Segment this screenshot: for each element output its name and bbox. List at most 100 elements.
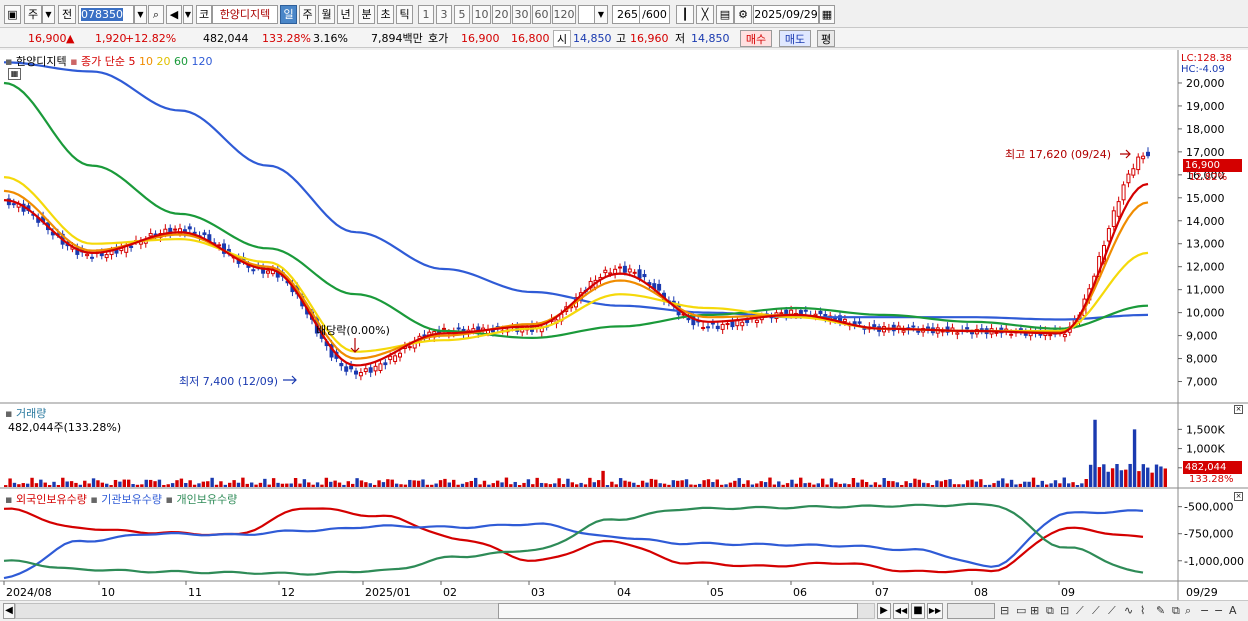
rewind-button[interactable]: ◀◀	[893, 603, 909, 619]
layout-icon[interactable]: ⊟	[1000, 604, 1009, 618]
volume-bar	[689, 484, 693, 487]
draw-tool-icon[interactable]: ⟋	[1092, 604, 1100, 618]
period-month[interactable]: 월	[318, 5, 335, 24]
speaker-icon[interactable]: ◀	[166, 5, 182, 24]
copy-chart-icon[interactable]: ⧉	[1172, 604, 1180, 618]
zoom-out-icon[interactable]: −	[1200, 604, 1209, 618]
mode-jeon-button[interactable]: 전	[58, 5, 76, 24]
interval-dropdown-icon[interactable]: ▼	[594, 5, 608, 24]
volume-bar	[715, 479, 719, 487]
forward-button[interactable]: ▶▶	[927, 603, 943, 619]
interval-60[interactable]: 60	[532, 5, 551, 24]
volume-bar	[1023, 481, 1027, 487]
scroll-left-icon[interactable]: ◀	[3, 603, 15, 619]
stock-code-input[interactable]: 078350	[78, 5, 134, 24]
mode-jo-button[interactable]: 주	[24, 5, 42, 24]
period-tick[interactable]: 틱	[396, 5, 413, 24]
candle-body	[104, 254, 109, 259]
window-icon[interactable]: ▭	[1016, 604, 1026, 618]
volume-bar	[12, 482, 17, 487]
volume-bar	[1124, 469, 1128, 487]
speaker-dropdown-icon[interactable]: ▼	[183, 5, 193, 24]
interval-10[interactable]: 10	[472, 5, 491, 24]
copy-icon[interactable]: ⧉	[1046, 604, 1054, 618]
chart-area[interactable]: 20,000 19,000 18,000 17,000 16,000 15,000 14,0…	[0, 50, 1248, 600]
save-icon[interactable]: ▤	[716, 5, 734, 24]
candle-body	[393, 355, 398, 362]
layout-icon[interactable]: ▣	[4, 5, 21, 24]
play-button[interactable]: ▶	[877, 603, 891, 619]
gear-icon[interactable]: ⚙	[734, 5, 752, 24]
stop-button[interactable]: ■	[911, 603, 925, 619]
volume-bar	[952, 484, 957, 487]
volume-bar	[342, 484, 346, 487]
volume-bar	[869, 484, 873, 487]
volume-bar	[1128, 463, 1132, 487]
volume-bar	[895, 482, 900, 487]
volume-bar	[430, 484, 434, 487]
volume-bar	[17, 484, 21, 487]
count-input[interactable]: 265	[612, 5, 640, 24]
tile-icon[interactable]: ⊞	[1030, 604, 1039, 618]
ma-20-label: 20	[156, 55, 171, 68]
volume-bar	[649, 478, 654, 487]
candle-body	[1062, 333, 1067, 338]
code-dropdown-icon[interactable]: ▼	[134, 5, 147, 24]
volume-bar	[790, 479, 794, 487]
calendar-icon[interactable]: ▦	[819, 5, 835, 24]
volume-bar	[25, 483, 30, 487]
trend-icon[interactable]: ⟋	[1108, 604, 1116, 618]
interval-120[interactable]: 120	[552, 5, 576, 24]
candle-body	[1023, 332, 1028, 336]
grid-icon[interactable]: ▦	[8, 68, 21, 80]
volume-bar	[34, 483, 39, 487]
minus-icon[interactable]: −	[1214, 604, 1223, 618]
interval-20[interactable]: 20	[492, 5, 511, 24]
zigzag-icon[interactable]: ∿	[1124, 604, 1133, 618]
period-minute[interactable]: 분	[358, 5, 375, 24]
candle-body	[442, 327, 446, 330]
candle-body	[901, 330, 906, 333]
candle-icon[interactable]: ┃	[676, 5, 694, 24]
edit-icon[interactable]: ✎	[1156, 604, 1165, 618]
volume-bar	[368, 483, 372, 487]
candle-body	[1131, 168, 1136, 176]
interval-30[interactable]: 30	[512, 5, 531, 24]
volume-bar	[399, 484, 403, 487]
volume-bar	[4, 485, 8, 487]
draw-line-icon[interactable]: ⟋	[1076, 604, 1084, 618]
period-day[interactable]: 일	[280, 5, 297, 24]
sell-button[interactable]: 매도	[779, 30, 811, 47]
change-amount: 1,920	[95, 32, 127, 45]
x-tick-label: 05	[710, 586, 724, 599]
search-icon[interactable]: ⌕	[148, 5, 164, 24]
interval-1[interactable]: 1	[418, 5, 434, 24]
cascade-icon[interactable]: ⊡	[1060, 604, 1069, 618]
volume-bar	[65, 481, 69, 487]
volume-bar	[974, 481, 979, 487]
speed-slider[interactable]	[947, 603, 995, 619]
period-second[interactable]: 초	[377, 5, 394, 24]
volume-bar	[1146, 467, 1150, 487]
buy-button[interactable]: 매수	[740, 30, 772, 47]
open-price: 14,850	[573, 32, 612, 45]
interval-5[interactable]: 5	[454, 5, 470, 24]
period-week[interactable]: 주	[299, 5, 316, 24]
candle-body	[642, 274, 647, 278]
holder-panel-close-icon[interactable]: ×	[1234, 492, 1243, 501]
interval-3[interactable]: 3	[436, 5, 452, 24]
cross-chart-icon[interactable]: ╳	[696, 5, 714, 24]
volume-ratio: 133.28%	[262, 32, 311, 45]
volume-bar	[438, 480, 443, 487]
chevron-down-icon[interactable]: ▼	[42, 5, 55, 24]
period-year[interactable]: 년	[337, 5, 354, 24]
eval-button[interactable]: 평	[817, 30, 835, 47]
volume-bar	[83, 480, 87, 487]
scroll-thumb[interactable]	[498, 603, 858, 619]
volume-panel-close-icon[interactable]: ×	[1234, 405, 1243, 414]
change-percent: +12.82%	[125, 32, 177, 45]
date-input[interactable]: 2025/09/29	[753, 5, 819, 24]
zoom-icon[interactable]: ⌕	[1185, 604, 1191, 618]
text-icon[interactable]: A	[1229, 604, 1237, 618]
pattern-icon[interactable]: ⌇	[1140, 604, 1145, 618]
